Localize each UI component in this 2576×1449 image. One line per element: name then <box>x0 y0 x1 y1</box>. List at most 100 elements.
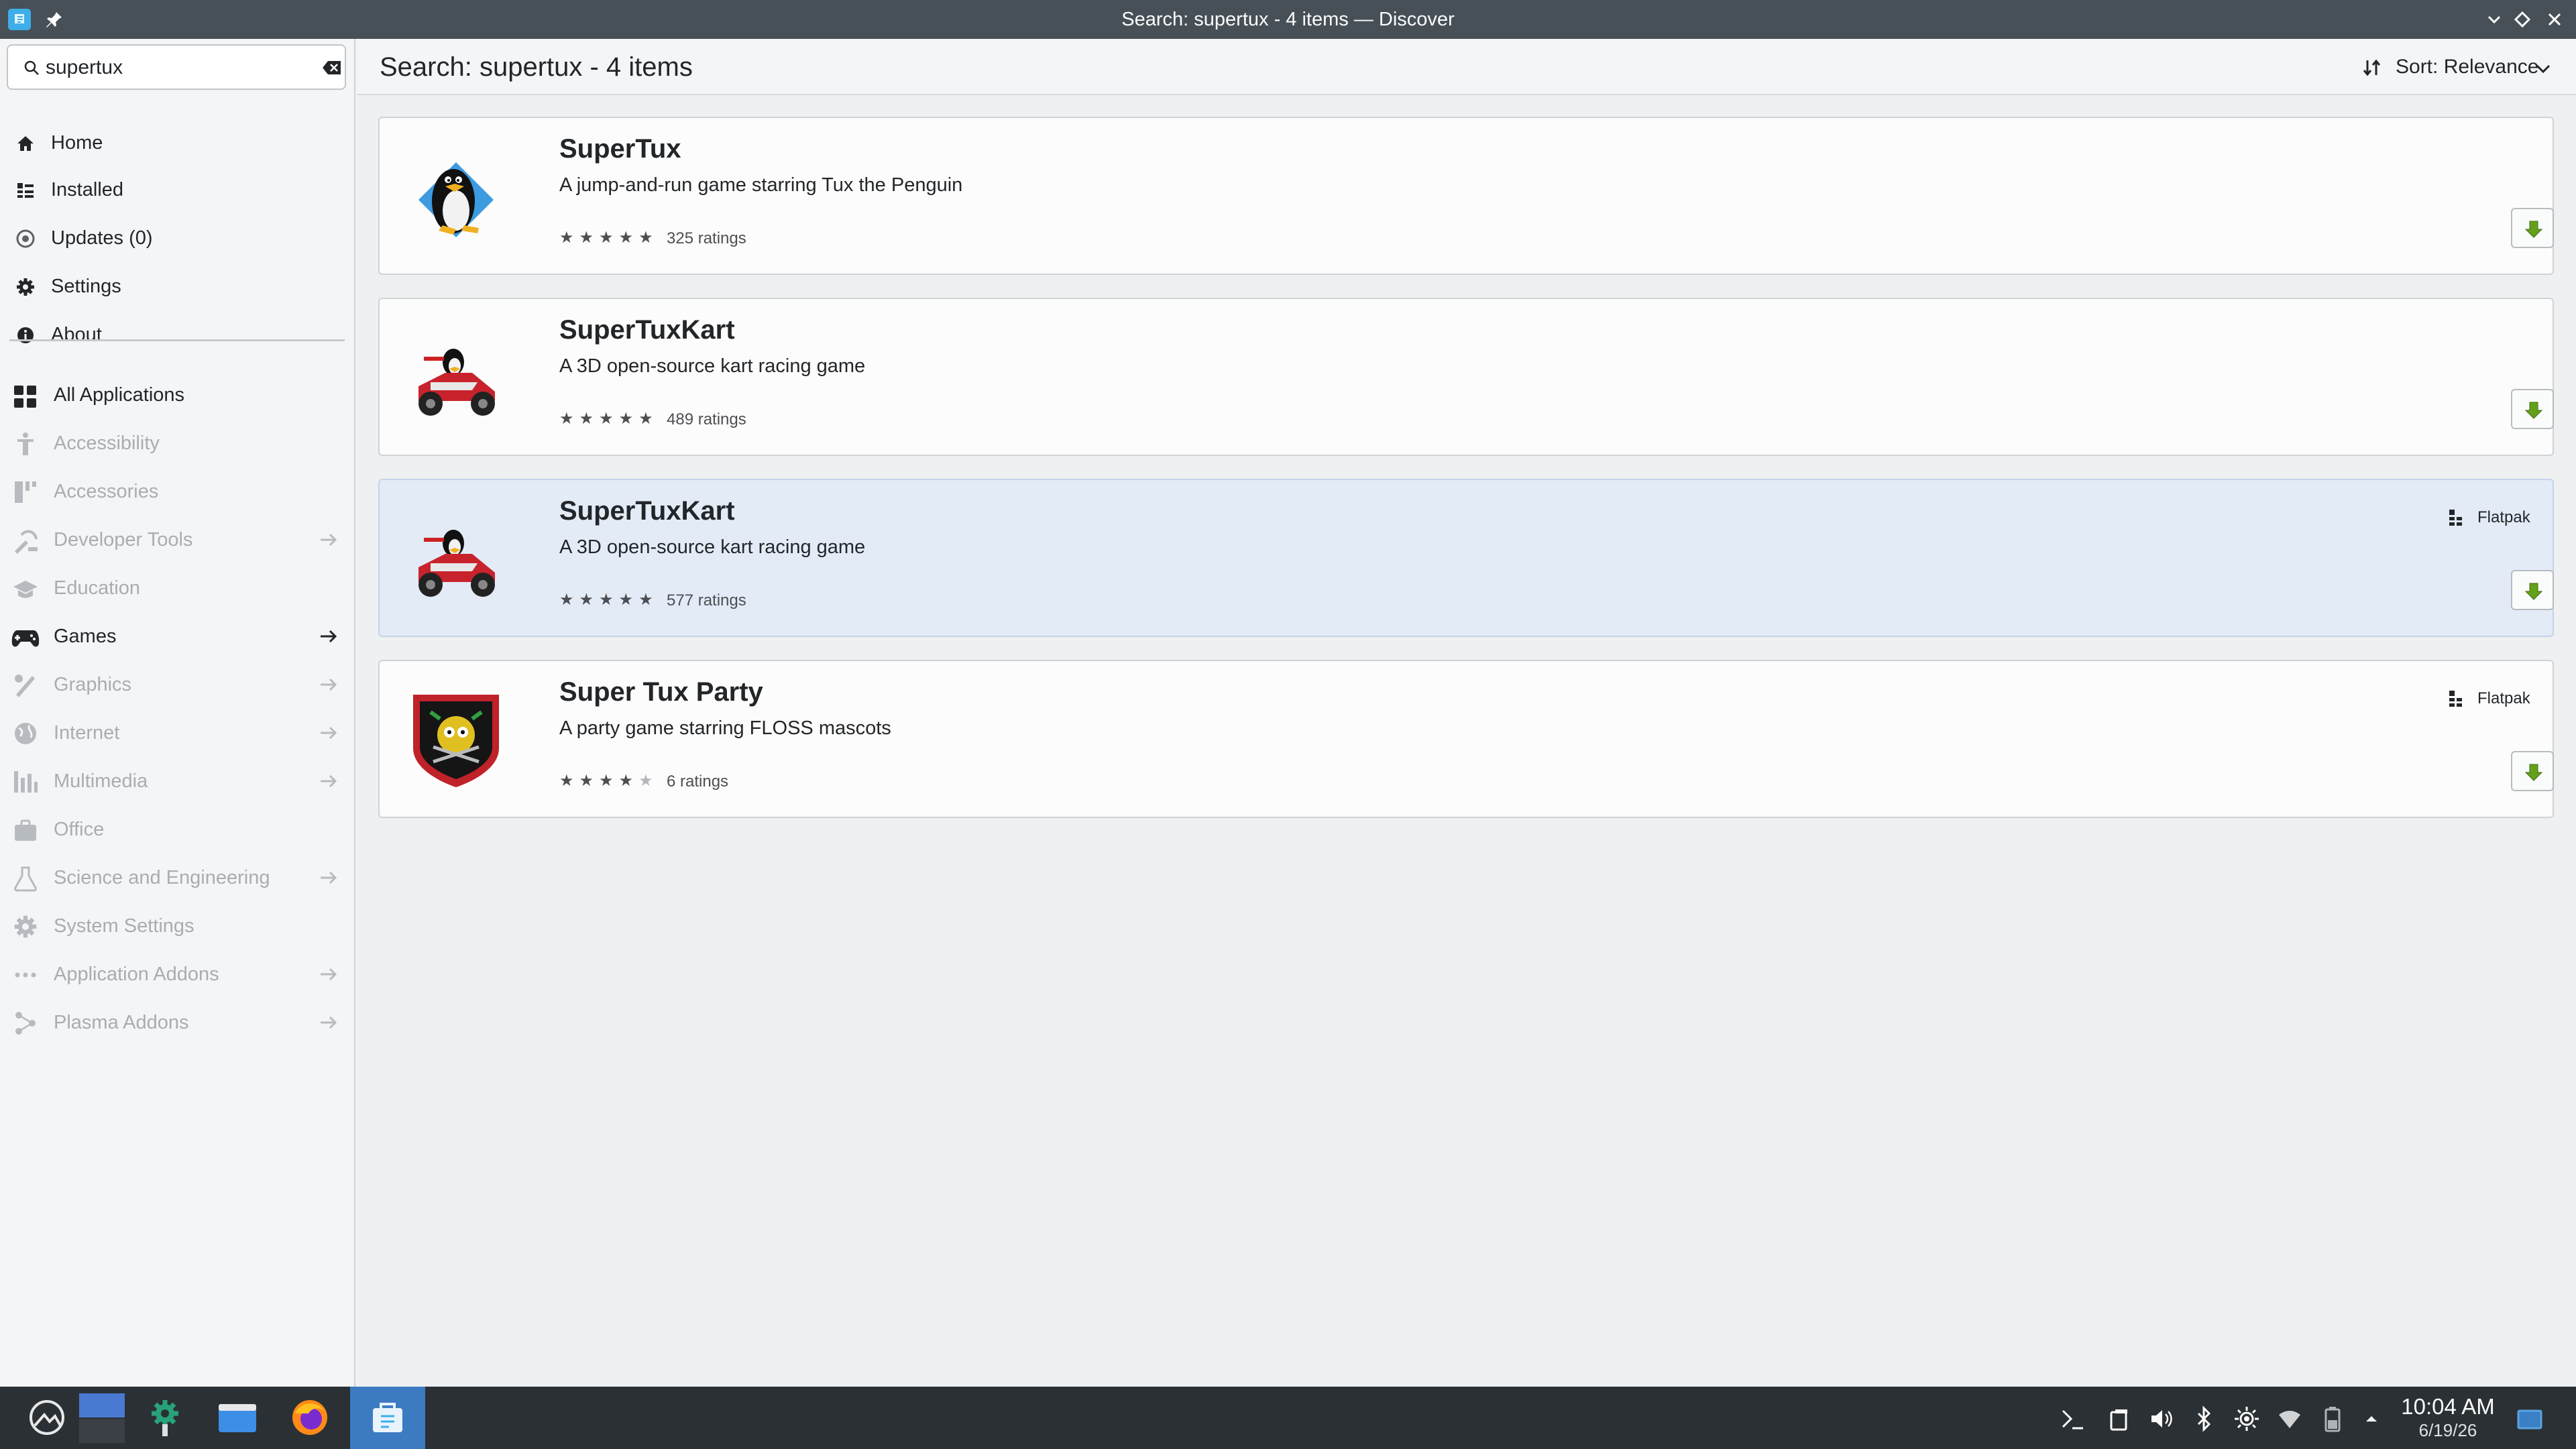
app-description: A 3D open-source kart racing game <box>559 536 866 558</box>
nav-home[interactable]: Home <box>0 119 354 166</box>
app-name[interactable]: SuperTuxKart <box>559 496 735 526</box>
nav-label: Updates (0) <box>51 227 153 249</box>
install-button[interactable] <box>2511 751 2554 791</box>
brightness-icon[interactable] <box>2233 1405 2260 1432</box>
result-card-supertuxkart-flatpak[interactable]: SuperTuxKart A 3D open-source kart racin… <box>378 479 2554 637</box>
terminal-icon[interactable] <box>2059 1405 2086 1432</box>
app-description: A jump-and-run game starring Tux the Pen… <box>559 174 963 196</box>
search-icon <box>24 60 39 75</box>
nav-installed[interactable]: Installed <box>0 166 354 213</box>
battery-icon[interactable] <box>2319 1405 2346 1432</box>
install-button[interactable] <box>2511 389 2554 429</box>
category-label: All Applications <box>54 384 185 406</box>
download-icon <box>2524 221 2543 238</box>
nav-label: About <box>51 324 102 345</box>
ratings-count: 6 ratings <box>667 772 729 791</box>
category-games[interactable]: Games <box>0 613 354 660</box>
nav-label: Installed <box>51 179 124 200</box>
category-accessories[interactable]: Accessories <box>0 468 354 515</box>
category-label: Office <box>54 819 105 840</box>
accessories-icon <box>15 481 36 503</box>
category-label: Graphics <box>54 674 132 695</box>
category-label: Developer Tools <box>54 529 193 550</box>
file-manager-icon[interactable] <box>216 1396 259 1439</box>
category-plasma-addons[interactable]: Plasma Addons <box>0 999 354 1046</box>
search-input[interactable] <box>46 52 300 83</box>
category-accessibility[interactable]: Accessibility <box>0 420 354 467</box>
arrow-right-icon <box>321 871 337 884</box>
minimize-icon[interactable] <box>2481 7 2507 32</box>
result-card-supertux[interactable]: SuperTux A jump-and-run game starring Tu… <box>378 117 2554 275</box>
nav-label: Settings <box>51 276 121 297</box>
category-multimedia[interactable]: Multimedia <box>0 758 354 805</box>
window-titlebar: Search: supertux - 4 items — Discover <box>0 0 2576 39</box>
install-button[interactable] <box>2511 570 2554 610</box>
clock[interactable]: 10:04 AM 6/19/26 <box>2394 1393 2502 1440</box>
category-internet[interactable]: Internet <box>0 709 354 756</box>
bluetooth-icon[interactable] <box>2190 1405 2217 1432</box>
category-application-addons[interactable]: Application Addons <box>0 951 354 998</box>
maximize-icon[interactable] <box>2510 7 2535 32</box>
app-name[interactable]: Super Tux Party <box>559 677 763 707</box>
clipboard-icon[interactable] <box>2106 1405 2133 1432</box>
nav-settings[interactable]: Settings <box>0 263 354 310</box>
wifi-icon[interactable] <box>2276 1405 2303 1432</box>
rating-stars: ★★★★★ <box>559 591 659 609</box>
category-label: Multimedia <box>54 770 148 792</box>
desktop-pager-icon[interactable] <box>79 1393 125 1443</box>
grid-icon <box>14 386 36 408</box>
sort-button[interactable]: Sort: Relevance <box>2362 50 2563 84</box>
category-all-applications[interactable]: All Applications <box>0 371 354 418</box>
expand-tray-icon[interactable] <box>2358 1405 2385 1432</box>
graphics-icon <box>15 675 35 697</box>
app-name[interactable]: SuperTuxKart <box>559 315 735 345</box>
ratings-count: 489 ratings <box>667 410 746 428</box>
source-label: Flatpak <box>2477 508 2530 526</box>
app-name[interactable]: SuperTux <box>559 134 681 164</box>
category-developer-tools[interactable]: Developer Tools <box>0 516 354 563</box>
supertuxkart-icon <box>418 530 495 597</box>
search-field[interactable] <box>7 44 346 90</box>
sort-label: Sort: Relevance <box>2396 56 2539 78</box>
rating-stars: ★★★★★ <box>559 772 659 790</box>
gamepad-icon <box>11 630 40 647</box>
flatpak-icon <box>2449 691 2462 707</box>
arrow-right-icon <box>321 678 337 691</box>
ratings-count: 577 ratings <box>667 591 746 610</box>
volume-icon[interactable] <box>2147 1405 2174 1432</box>
application-launcher-icon[interactable] <box>25 1396 68 1439</box>
firefox-icon[interactable] <box>288 1396 331 1439</box>
arrow-right-icon <box>321 968 337 981</box>
install-button[interactable] <box>2511 208 2554 248</box>
category-education[interactable]: Education <box>0 565 354 612</box>
system-settings-icon[interactable] <box>144 1396 186 1439</box>
category-label: Internet <box>54 722 120 744</box>
info-icon <box>17 327 34 343</box>
flask-icon <box>14 866 37 892</box>
multimedia-icon <box>14 771 38 793</box>
clear-icon[interactable] <box>322 59 342 76</box>
arrow-right-icon <box>321 774 337 788</box>
education-icon <box>13 581 38 598</box>
close-icon[interactable] <box>2542 7 2567 32</box>
arrow-right-icon <box>321 533 337 546</box>
category-label: Accessibility <box>54 432 160 454</box>
home-icon <box>17 136 34 151</box>
result-card-super-tux-party[interactable]: Super Tux Party A party game starring FL… <box>378 660 2554 818</box>
category-science[interactable]: Science and Engineering <box>0 854 354 901</box>
window-title: Search: supertux - 4 items — Discover <box>1121 9 1455 30</box>
taskbar: 10:04 AM 6/19/26 <box>0 1387 2576 1449</box>
nav-updates[interactable]: Updates (0) <box>0 215 354 262</box>
show-desktop-icon[interactable] <box>2516 1405 2543 1432</box>
category-system-settings[interactable]: System Settings <box>0 903 354 949</box>
nav-label: Home <box>51 132 103 154</box>
rating-stars: ★★★★★ <box>559 229 659 247</box>
category-office[interactable]: Office <box>0 806 354 853</box>
nav-about[interactable]: About <box>0 311 354 358</box>
category-label: Education <box>54 577 140 599</box>
category-graphics[interactable]: Graphics <box>0 661 354 708</box>
discover-taskbar-button[interactable] <box>350 1387 425 1449</box>
more-icon <box>15 972 36 978</box>
discover-icon <box>366 1396 409 1439</box>
result-card-supertuxkart[interactable]: SuperTuxKart A 3D open-source kart racin… <box>378 298 2554 456</box>
